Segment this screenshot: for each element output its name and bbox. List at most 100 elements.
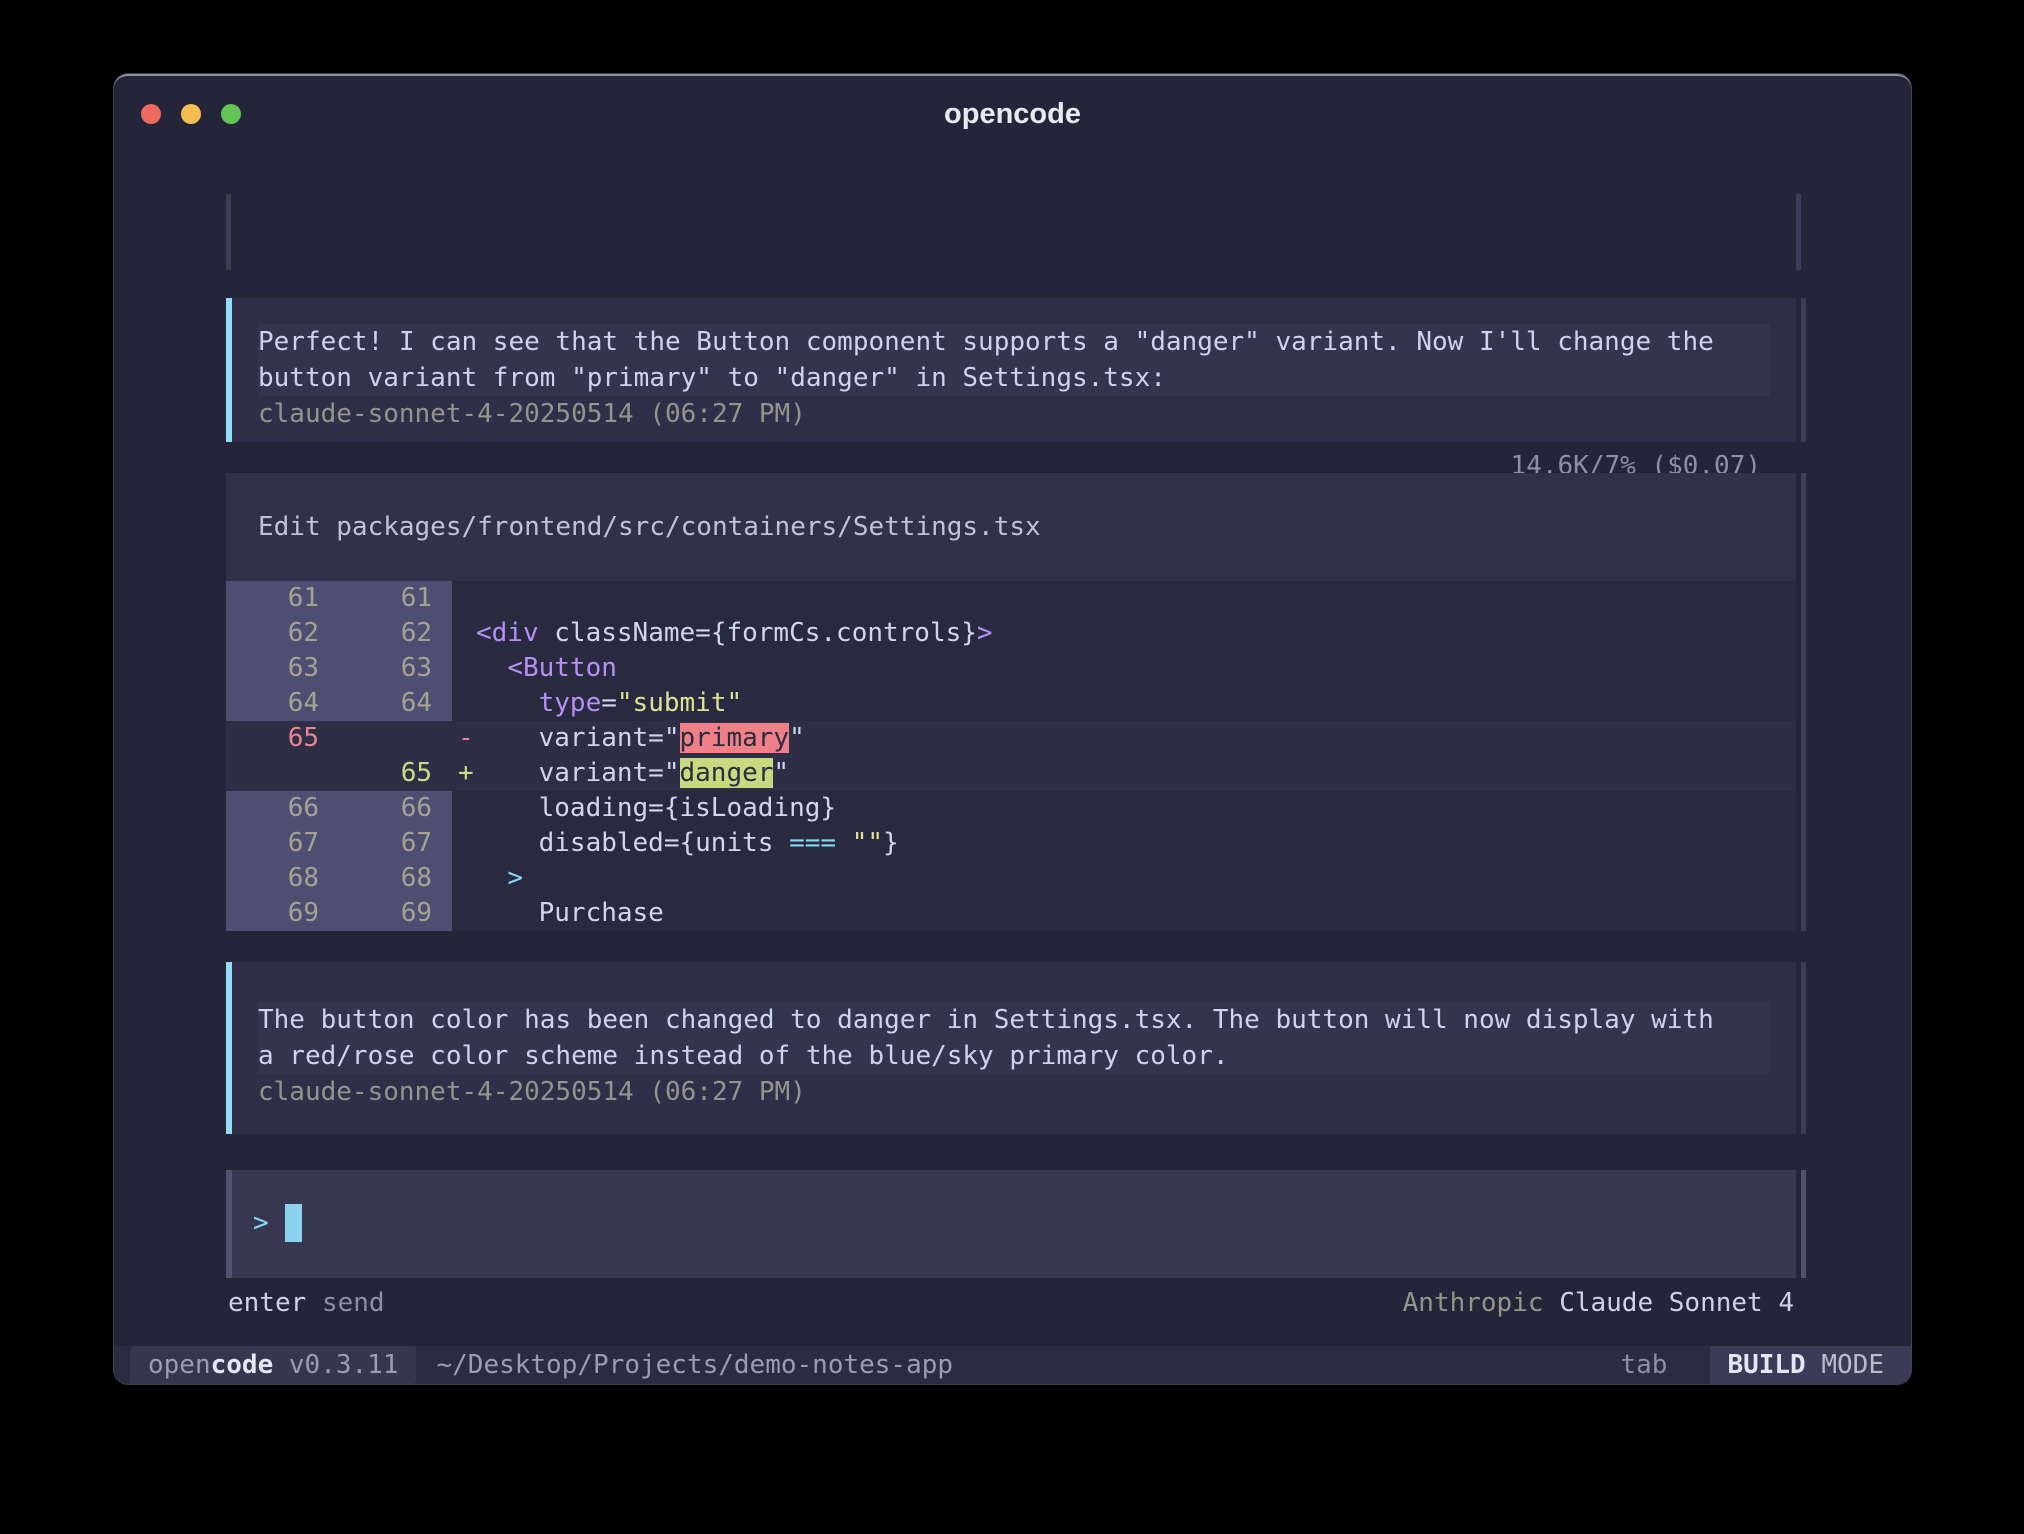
model-timestamp: claude-sonnet-4-20250514 (06:27 PM) — [258, 396, 1796, 432]
diff-marker — [452, 896, 476, 931]
diff-marker — [452, 616, 476, 651]
diff-row: 6969 Purchase — [226, 896, 1796, 931]
code-token: loading={isLoading} — [476, 793, 836, 823]
code-line: <Button — [476, 651, 617, 686]
new-line-number: 62 — [339, 616, 452, 651]
edit-right-border — [1801, 473, 1806, 931]
message-text: The button color has been changed to dan… — [258, 1002, 1796, 1074]
assistant-message: Perfect! I can see that the Button compo… — [226, 298, 1796, 442]
diff-view: 61616262 <div className={formCs.controls}… — [226, 581, 1796, 931]
mode-toggle[interactable]: BUILD MODE — [1710, 1346, 1911, 1384]
edit-file-title: Edit packages/frontend/src/containers/Se… — [226, 473, 1796, 581]
header-left-border — [226, 194, 231, 270]
old-line-number: 69 — [226, 896, 339, 931]
diff-marker — [452, 861, 476, 896]
diff-row: 6363 <Button — [226, 651, 1796, 686]
code-token: Purchase — [476, 898, 664, 928]
old-line-number: 67 — [226, 826, 339, 861]
code-token — [836, 828, 852, 858]
old-line-number — [226, 756, 339, 791]
new-line-number: 67 — [339, 826, 452, 861]
send-label: send — [322, 1288, 385, 1318]
diff-row: 6262 <div className={formCs.controls}> — [226, 616, 1796, 651]
new-line-number: 63 — [339, 651, 452, 686]
app-name-code: code — [211, 1350, 274, 1380]
status-bar: opencode v0.3.11 ~/Desktop/Projects/demo… — [114, 1346, 1911, 1384]
diff-marker — [452, 686, 476, 721]
code-token: " — [773, 758, 789, 788]
diff-marker — [452, 581, 476, 616]
message-line: a red/rose color scheme instead of the b… — [258, 1038, 1770, 1074]
code-line: variant="primary" — [476, 721, 805, 756]
code-token — [476, 653, 507, 683]
code-token: > — [977, 618, 993, 648]
diff-marker — [452, 826, 476, 861]
code-token: " — [789, 723, 805, 753]
diff-marker: - — [452, 721, 476, 756]
new-line-number: 69 — [339, 896, 452, 931]
working-directory: ~/Desktop/Projects/demo-notes-app — [436, 1350, 953, 1380]
new-line-number: 64 — [339, 686, 452, 721]
new-line-number: 66 — [339, 791, 452, 826]
app-version: v0.3.11 — [289, 1350, 399, 1380]
message-line: The button color has been changed to dan… — [258, 1002, 1770, 1038]
code-line: disabled={units === ""} — [476, 826, 899, 861]
old-line-number: 68 — [226, 861, 339, 896]
old-line-number: 65 — [226, 721, 339, 756]
hint-row: enter send Anthropic Claude Sonnet 4 — [228, 1288, 1794, 1318]
provider-label: Anthropic — [1403, 1288, 1544, 1318]
window-title: opencode — [114, 98, 1911, 131]
mode-suffix: MODE — [1806, 1350, 1884, 1380]
code-token: variant=" — [476, 758, 680, 788]
titlebar[interactable]: opencode — [114, 76, 1911, 148]
diff-row: 6161 — [226, 581, 1796, 616]
message-line: button variant from "primary" to "danger… — [258, 360, 1770, 396]
code-token: } — [883, 828, 899, 858]
code-token: variant=" — [476, 723, 680, 753]
edit-tool-block: Edit packages/frontend/src/containers/Se… — [226, 473, 1796, 931]
code-token: <Button — [507, 653, 617, 683]
send-hint: enter send — [228, 1288, 385, 1318]
code-line: variant="danger" — [476, 756, 789, 791]
message-right-border — [1801, 962, 1806, 1134]
diff-marker — [452, 651, 476, 686]
old-line-number: 62 — [226, 616, 339, 651]
model-indicator: Anthropic Claude Sonnet 4 — [1403, 1288, 1794, 1318]
diff-row: 6868 > — [226, 861, 1796, 896]
new-line-number: 68 — [339, 861, 452, 896]
code-token — [476, 688, 539, 718]
old-line-number: 61 — [226, 581, 339, 616]
code-token: <div — [476, 618, 539, 648]
prompt-input[interactable]: > — [226, 1170, 1796, 1278]
text-cursor — [285, 1204, 302, 1242]
code-token — [476, 863, 507, 893]
code-token: disabled={units — [476, 828, 789, 858]
app-version-segment: opencode v0.3.11 — [130, 1346, 416, 1384]
code-token: className= — [539, 618, 711, 648]
app-name-open: open — [148, 1350, 211, 1380]
code-token: === — [789, 828, 836, 858]
code-token: {formCs.controls} — [711, 618, 977, 648]
diff-row: 65+ variant="danger" — [226, 756, 1796, 791]
diff-row: 6767 disabled={units === ""} — [226, 826, 1796, 861]
code-line: Purchase — [476, 896, 664, 931]
model-label: Claude Sonnet 4 — [1559, 1288, 1794, 1318]
code-line: <div className={formCs.controls}> — [476, 616, 993, 651]
diff-marker: + — [452, 756, 476, 791]
code-line: type="submit" — [476, 686, 742, 721]
model-timestamp: claude-sonnet-4-20250514 (06:27 PM) — [258, 1074, 1796, 1110]
opencode-window: opencode # Change button color to danger… — [114, 74, 1911, 1384]
code-token: "" — [852, 828, 883, 858]
mode-name: BUILD — [1727, 1350, 1805, 1380]
prompt-symbol: > — [253, 1208, 269, 1238]
code-token: > — [507, 863, 523, 893]
diff-row: 6666 loading={isLoading} — [226, 791, 1796, 826]
input-right-border — [1801, 1170, 1806, 1278]
code-token: type — [539, 688, 602, 718]
new-line-number: 65 — [339, 756, 452, 791]
diff-row: 6464 type="submit" — [226, 686, 1796, 721]
code-token: primary — [680, 723, 790, 753]
session-header: # Change button color to danger in setti… — [226, 194, 1796, 270]
diff-marker — [452, 791, 476, 826]
message-text: Perfect! I can see that the Button compo… — [258, 324, 1796, 396]
